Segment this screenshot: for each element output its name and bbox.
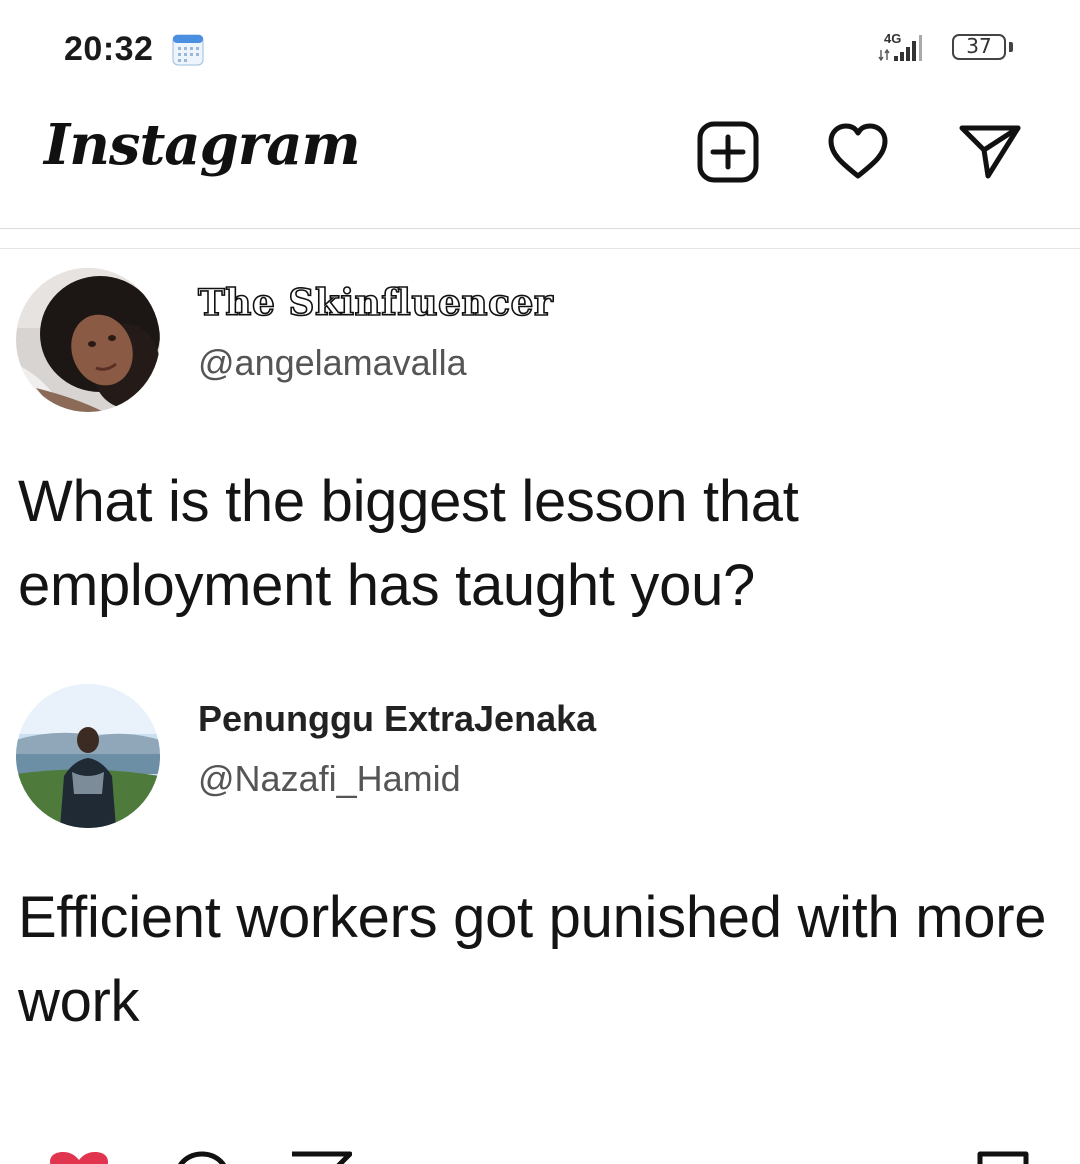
like-icon[interactable] [48,1150,110,1164]
app-header: Instagram [0,100,1080,229]
tweet-author-handle[interactable]: @angelamavalla [198,342,467,384]
direct-message-icon[interactable] [958,120,1022,184]
instagram-logo[interactable]: Instagram [44,112,361,178]
tweet-author-handle[interactable]: @Nazafi_Hamid [198,758,461,800]
heart-icon[interactable] [826,120,890,184]
signal-4g-icon: 4G [878,30,938,66]
avatar[interactable] [16,268,160,412]
network-type-label: 4G [884,31,901,46]
feed-divider [0,248,1080,249]
tweet-author-name[interactable]: Penunggu ExtraJenaka [198,698,596,740]
tweet-author-name[interactable]: The Skinfluencer [197,281,554,325]
tweet-text: What is the biggest lesson that employme… [18,469,799,618]
avatar[interactable] [16,684,160,828]
post-actions [0,1140,1080,1164]
status-time: 20:32 [64,30,154,68]
battery-indicator: 37 [952,34,1018,64]
add-post-icon[interactable] [696,120,760,184]
battery-level: 37 [952,34,1006,60]
tweet-text: Efficient workers got punished with more… [18,885,1047,1034]
comment-icon[interactable] [172,1150,232,1164]
calendar-notification-icon [172,32,204,66]
save-icon[interactable] [976,1150,1030,1164]
share-icon[interactable] [290,1150,353,1164]
status-bar: 20:32 4G 37 [0,0,1080,100]
battery-tip [1009,42,1013,52]
